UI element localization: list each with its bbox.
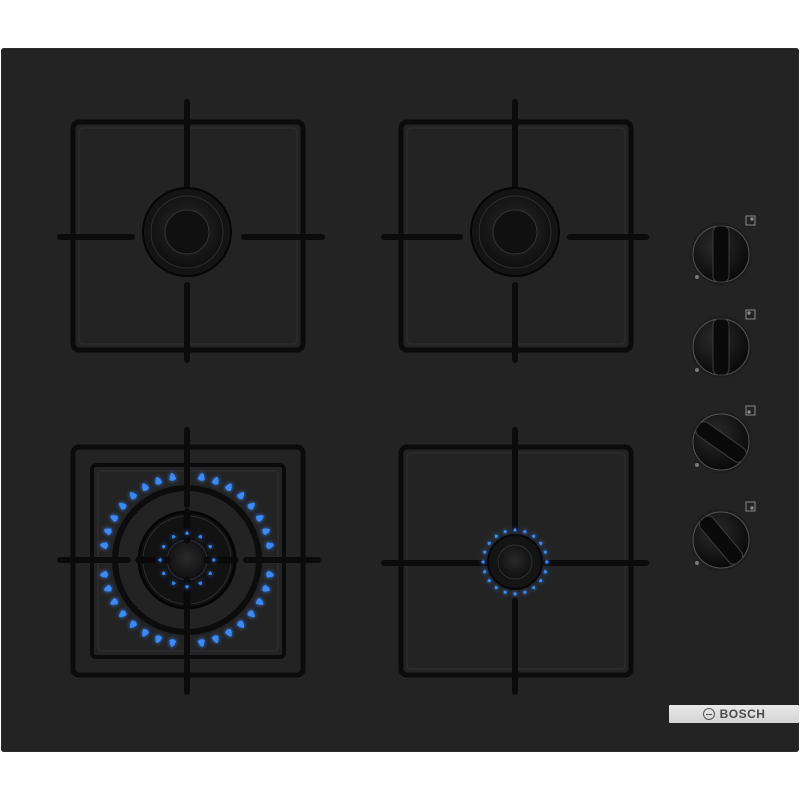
flame-icon [211,635,219,643]
brand-badge: BOSCH [669,705,799,723]
bosch-logo-icon [702,708,715,720]
flame-icon [503,590,508,595]
flame-icon [256,597,264,605]
flame-icon [155,635,163,643]
flame-icon [197,473,205,481]
flame-icon [266,542,274,550]
flame-icon [110,597,118,605]
flame-icon [538,541,543,546]
knob-1[interactable] [690,223,752,285]
burner-front-right[interactable] [487,534,543,590]
cooktop-drawing [57,99,756,695]
flame-icon [100,570,108,578]
flame-icon [494,585,499,590]
burner-front-left[interactable] [112,485,262,635]
flame-icon [155,477,163,485]
burner-rear-right[interactable] [470,187,560,277]
flame-icon [531,534,536,539]
brand-name: BOSCH [719,707,766,721]
flame-icon [169,639,177,647]
flame-icon [129,492,137,500]
flame-icon [487,578,492,583]
flame-icon [487,541,492,546]
flame-icon [237,492,245,500]
knob-3[interactable] [690,411,752,473]
flame-icon [503,529,508,534]
flame-icon [104,528,112,536]
flame-icon [262,584,270,592]
flame-icon [142,629,150,637]
burner-rear-left[interactable] [142,187,232,277]
knob-2[interactable] [690,316,752,378]
flame-icon [224,629,232,637]
flame-icon [119,502,127,510]
flame-icon [104,584,112,592]
flame-icon [513,592,517,596]
flame-icon [247,502,255,510]
flame-icon [266,570,274,578]
flame-icon [110,515,118,523]
flame-icon [543,550,548,555]
flame-icon [538,578,543,583]
flame-icon [237,620,245,628]
flame-icon [247,610,255,618]
flame-icon [494,534,499,539]
flame-icon [531,585,536,590]
flame-icon [129,620,137,628]
flame-icon [482,569,487,574]
flame-icon [262,528,270,536]
flame-icon [482,550,487,555]
flame-icon [100,542,108,550]
knob-2-position-icon [745,309,756,320]
flame-icon [197,639,205,647]
knob-4-position-icon [745,501,756,512]
flame-icon [224,483,232,491]
flame-icon [211,477,219,485]
flame-icon [119,610,127,618]
flame-icon [142,483,150,491]
flame-icon [522,529,527,534]
flame-icon [522,590,527,595]
flame-icon [543,569,548,574]
knob-4[interactable] [690,509,752,571]
knob-1-position-icon [745,215,756,226]
flame-icon [169,473,177,481]
knob-3-position-icon [745,405,756,416]
flame-icon [256,515,264,523]
